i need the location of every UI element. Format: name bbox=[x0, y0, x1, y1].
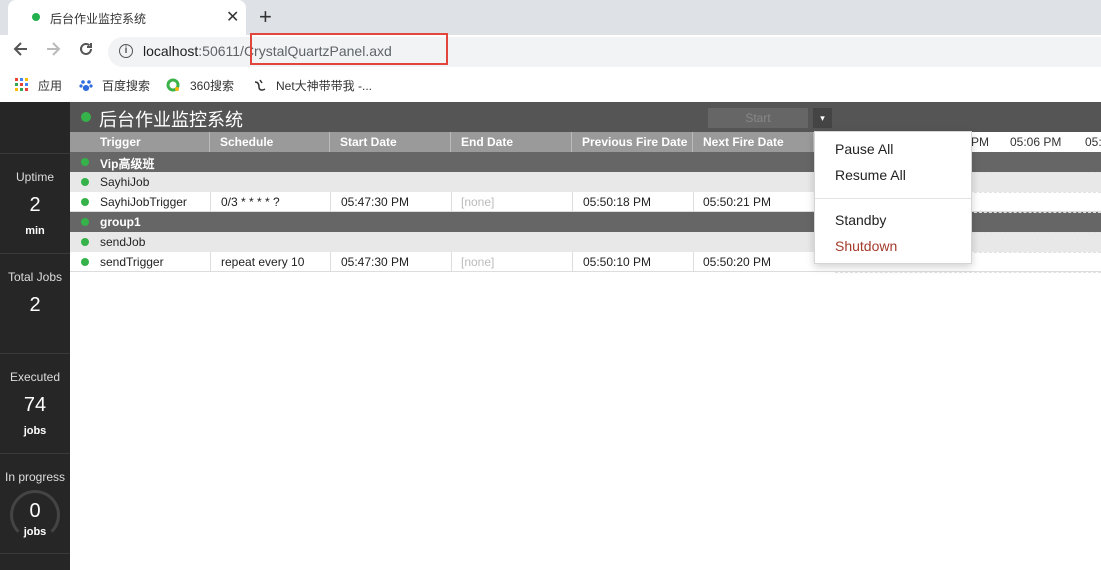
scheduler-actions-menu: Pause All Resume All Standby Shutdown bbox=[814, 131, 972, 264]
total-jobs-stat: Total Jobs 2 bbox=[0, 254, 70, 354]
search-360-icon bbox=[166, 78, 180, 92]
executed-label: Executed bbox=[9, 370, 61, 384]
bookmarks-bar: 应用 百度搜索 360搜索 Net大神带带我 -... bbox=[0, 68, 1101, 102]
trigger-start-date: 05:47:30 PM bbox=[341, 195, 410, 209]
bookmark-baidu[interactable]: 百度搜索 bbox=[102, 77, 150, 94]
job-status-icon bbox=[81, 178, 89, 186]
browser-tabstrip: 后台作业监控系统 ✕ + bbox=[0, 0, 1101, 35]
bookmark-apps[interactable]: 应用 bbox=[38, 77, 62, 94]
menu-standby[interactable]: Standby bbox=[835, 212, 886, 228]
trigger-start-date: 05:47:30 PM bbox=[341, 255, 410, 269]
browser-toolbar: i localhost:50611/CrystalQuartzPanel.axd bbox=[0, 35, 1101, 68]
col-end-date: End Date bbox=[451, 132, 572, 152]
url-highlight-annotation bbox=[250, 33, 448, 65]
new-tab-button[interactable]: + bbox=[259, 4, 272, 30]
job-name: SayhiJob bbox=[100, 175, 150, 189]
group-status-icon bbox=[81, 218, 89, 226]
col-previous-fire-date: Previous Fire Date bbox=[572, 132, 693, 152]
executed-value: 74 bbox=[23, 394, 47, 416]
bookmark-360[interactable]: 360搜索 bbox=[190, 77, 234, 94]
executed-unit: jobs bbox=[23, 425, 47, 437]
trigger-end-date: [none] bbox=[461, 195, 495, 209]
trigger-end-date: [none] bbox=[461, 255, 495, 269]
uptime-value: 2 bbox=[29, 194, 41, 216]
timeline-tick: PM bbox=[971, 135, 989, 149]
trigger-next-fire: 05:50:21 PM bbox=[703, 195, 772, 209]
col-schedule: Schedule bbox=[210, 132, 330, 152]
col-next-fire-date: Next Fire Date bbox=[693, 132, 814, 152]
trigger-prev-fire: 05:50:18 PM bbox=[583, 195, 652, 209]
url-port: :50611/ bbox=[198, 43, 244, 59]
bookmark-net[interactable]: Net大神带带我 -... bbox=[276, 77, 372, 94]
site-info-icon[interactable]: i bbox=[119, 44, 133, 58]
in-progress-unit: jobs bbox=[23, 526, 47, 538]
scheduler-status-icon bbox=[81, 112, 91, 122]
trigger-next-fire: 05:50:20 PM bbox=[703, 255, 772, 269]
reload-icon[interactable] bbox=[77, 40, 95, 63]
sidebar-spacer bbox=[0, 102, 70, 154]
apps-grid-icon bbox=[15, 78, 29, 92]
tab-title: 后台作业监控系统 bbox=[50, 12, 147, 26]
col-start-date: Start Date bbox=[330, 132, 451, 152]
col-trigger: Trigger bbox=[90, 132, 210, 152]
total-jobs-label: Total Jobs bbox=[7, 270, 63, 284]
job-status-icon bbox=[81, 238, 89, 246]
start-button[interactable]: Start bbox=[708, 108, 808, 128]
app-header: 后台作业监控系统 Start ▾ bbox=[70, 102, 1101, 132]
stats-sidebar: Uptime 2 min Total Jobs 2 Executed 74 jo… bbox=[0, 102, 70, 570]
job-name: sendJob bbox=[100, 235, 146, 249]
group-status-icon bbox=[81, 158, 89, 166]
actions-caret-button[interactable]: ▾ bbox=[813, 108, 832, 128]
executed-stat: Executed 74 jobs bbox=[0, 354, 70, 454]
forward-arrow-icon[interactable] bbox=[44, 40, 62, 63]
uptime-stat: Uptime 2 min bbox=[0, 154, 70, 254]
app-title: 后台作业监控系统 bbox=[99, 110, 243, 130]
trigger-prev-fire: 05:50:10 PM bbox=[583, 255, 652, 269]
baidu-paw-icon bbox=[79, 78, 93, 92]
trigger-name: sendTrigger bbox=[100, 255, 164, 269]
group-name: group1 bbox=[100, 215, 141, 229]
url-host: localhost bbox=[143, 43, 199, 59]
trigger-name: SayhiJobTrigger bbox=[100, 195, 187, 209]
uptime-unit: min bbox=[25, 225, 45, 237]
total-jobs-value: 2 bbox=[29, 294, 41, 316]
menu-resume-all[interactable]: Resume All bbox=[835, 167, 906, 183]
timeline-tick: 05: bbox=[1085, 135, 1101, 149]
trigger-schedule: repeat every 10 bbox=[221, 255, 305, 269]
trigger-schedule: 0/3 * * * * ? bbox=[221, 195, 280, 209]
back-arrow-icon[interactable] bbox=[12, 40, 30, 63]
tab-favicon-icon bbox=[32, 13, 40, 21]
menu-pause-all[interactable]: Pause All bbox=[835, 141, 893, 157]
trigger-status-icon bbox=[81, 198, 89, 206]
trigger-status-icon bbox=[81, 258, 89, 266]
bookmark-logo-icon bbox=[253, 78, 267, 92]
uptime-label: Uptime bbox=[15, 170, 54, 184]
in-progress-value: 0 bbox=[29, 500, 41, 522]
in-progress-label: In progress bbox=[4, 470, 66, 484]
group-name: Vip高级班 bbox=[100, 157, 155, 171]
timeline-gridline bbox=[835, 272, 1101, 273]
browser-tab[interactable]: 后台作业监控系统 ✕ bbox=[8, 0, 246, 35]
menu-shutdown[interactable]: Shutdown bbox=[835, 238, 897, 254]
in-progress-stat: In progress 0 jobs bbox=[0, 454, 70, 554]
timeline-tick: 05:06 PM bbox=[1010, 135, 1062, 149]
menu-divider bbox=[815, 198, 971, 199]
tab-close-icon[interactable]: ✕ bbox=[226, 7, 239, 27]
